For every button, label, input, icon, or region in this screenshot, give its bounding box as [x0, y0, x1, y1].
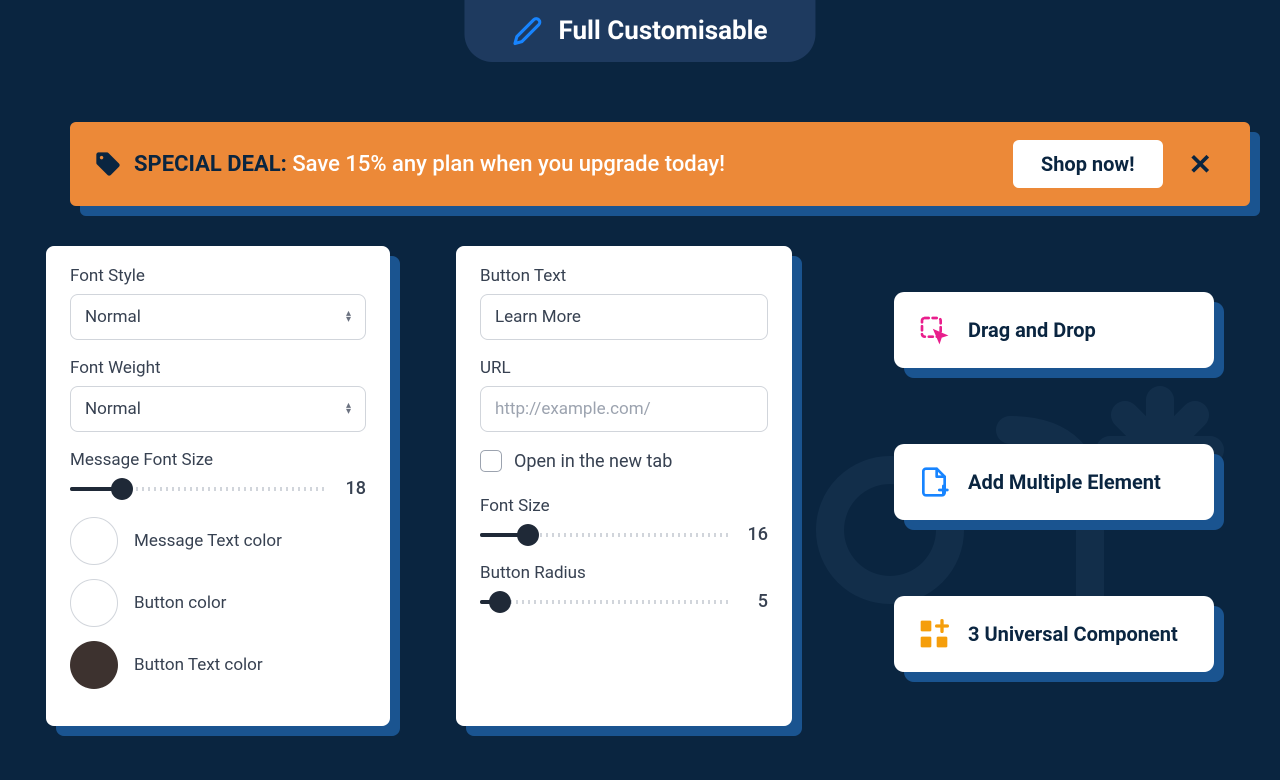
font-weight-label: Font Weight — [70, 358, 366, 378]
banner-message: Save 15% any plan when you upgrade today… — [292, 152, 725, 177]
button-radius-value: 5 — [742, 591, 768, 612]
button-text-color-label: Button Text color — [134, 655, 263, 675]
file-plus-icon — [918, 466, 950, 498]
feature-label: Drag and Drop — [968, 317, 1096, 343]
tag-icon — [94, 150, 122, 178]
font-style-panel: Font Style Normal ▴▾ Font Weight Normal … — [46, 246, 390, 726]
font-size-slider[interactable] — [480, 533, 730, 537]
button-radius-label: Button Radius — [480, 563, 768, 583]
message-font-size-value: 18 — [340, 478, 366, 499]
grid-plus-icon — [918, 618, 950, 650]
message-font-size-slider[interactable] — [70, 487, 328, 491]
promo-banner: SPECIAL DEAL: Save 15% any plan when you… — [70, 122, 1250, 206]
header-title: Full Customisable — [558, 16, 767, 46]
button-radius-slider[interactable] — [480, 600, 730, 604]
close-icon[interactable]: ✕ — [1175, 148, 1226, 181]
chevron-updown-icon: ▴▾ — [346, 311, 351, 323]
font-weight-select[interactable]: Normal ▴▾ — [70, 386, 366, 432]
button-text-color-swatch[interactable] — [70, 641, 118, 689]
shop-now-button[interactable]: Shop now! — [1013, 140, 1163, 188]
background-decoration — [800, 380, 1280, 780]
font-style-select[interactable]: Normal ▴▾ — [70, 294, 366, 340]
button-color-swatch[interactable] — [70, 579, 118, 627]
button-config-panel: Button Text Learn More URL http://exampl… — [456, 246, 792, 726]
feature-label: 3 Universal Component — [968, 621, 1178, 647]
feature-drag-drop: Drag and Drop — [894, 292, 1214, 368]
message-text-color-swatch[interactable] — [70, 517, 118, 565]
chevron-updown-icon: ▴▾ — [346, 403, 351, 415]
button-text-input[interactable]: Learn More — [480, 294, 768, 340]
banner-text: SPECIAL DEAL: Save 15% any plan when you… — [134, 152, 1001, 177]
font-style-label: Font Style — [70, 266, 366, 286]
message-text-color-label: Message Text color — [134, 531, 282, 551]
url-label: URL — [480, 358, 768, 378]
feature-universal-component: 3 Universal Component — [894, 596, 1214, 672]
feature-add-multiple: Add Multiple Element — [894, 444, 1214, 520]
button-text-label: Button Text — [480, 266, 768, 286]
url-input[interactable]: http://example.com/ — [480, 386, 768, 432]
banner-prefix: SPECIAL DEAL: — [134, 152, 287, 177]
font-size-label: Font Size — [480, 496, 768, 516]
new-tab-checkbox[interactable] — [480, 450, 502, 472]
feature-label: Add Multiple Element — [968, 469, 1161, 495]
drag-drop-icon — [918, 314, 950, 346]
new-tab-label: Open in the new tab — [514, 451, 672, 472]
header-tab: Full Customisable — [464, 0, 815, 62]
message-font-size-label: Message Font Size — [70, 450, 366, 470]
font-size-value: 16 — [742, 524, 768, 545]
button-color-label: Button color — [134, 593, 226, 613]
pencil-icon — [512, 16, 542, 46]
